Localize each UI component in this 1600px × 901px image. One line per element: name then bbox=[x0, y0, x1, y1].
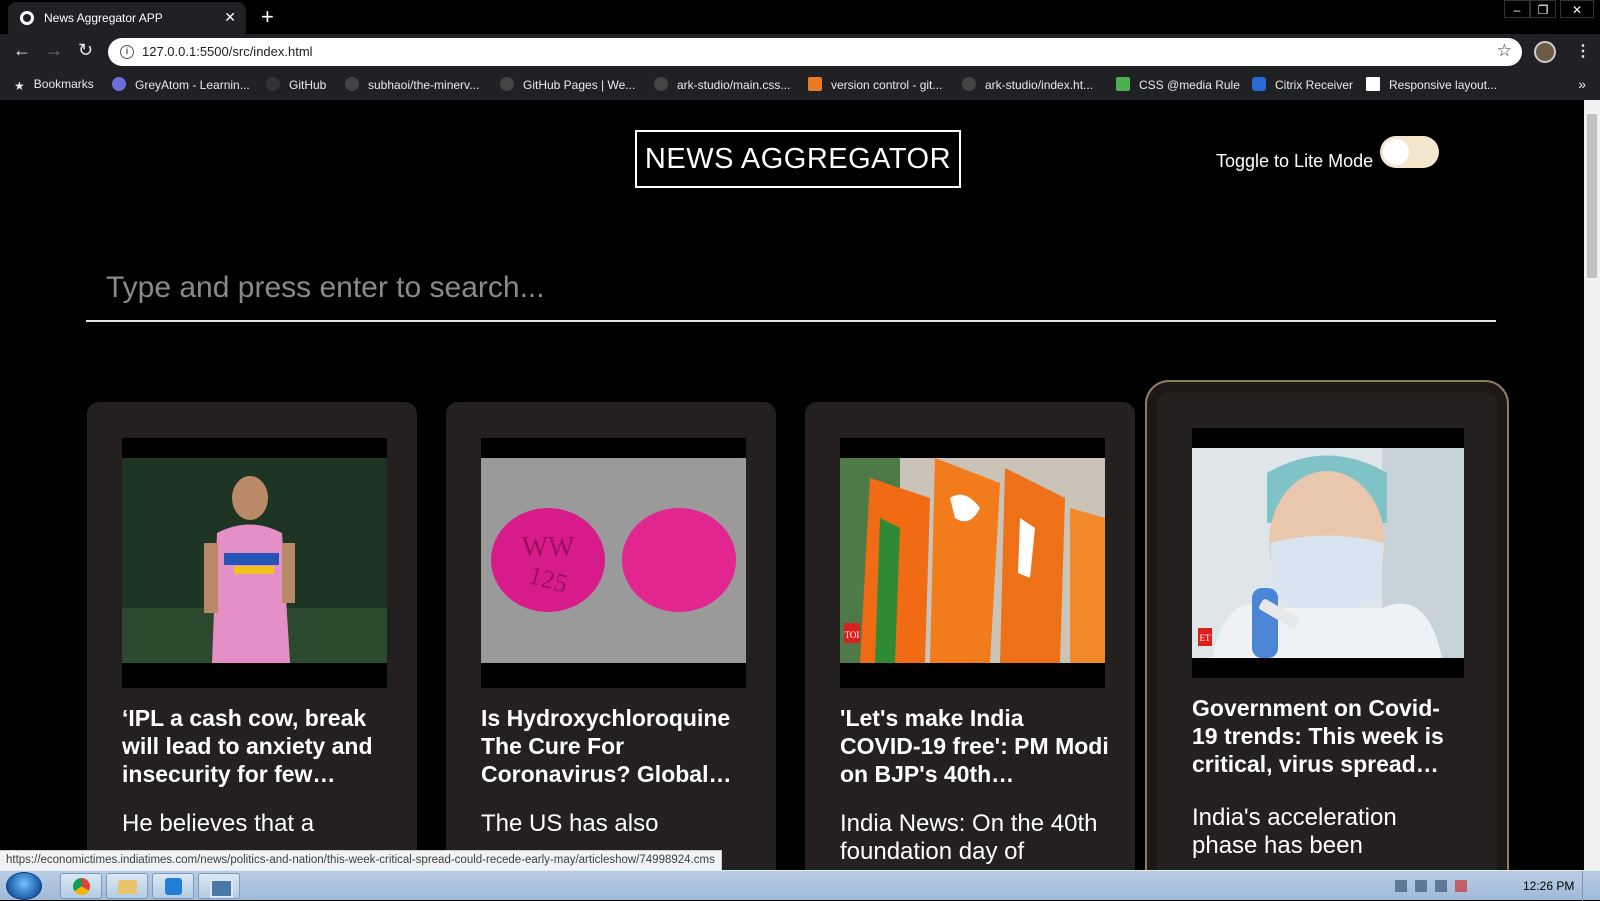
network-icon[interactable] bbox=[1395, 880, 1407, 892]
news-image[interactable]: ET bbox=[1192, 428, 1464, 678]
file-explorer-taskbar-icon[interactable] bbox=[106, 873, 148, 899]
chrome-taskbar-icon[interactable] bbox=[60, 873, 102, 899]
url-text[interactable]: 127.0.0.1:5500/src/index.html bbox=[142, 44, 313, 59]
news-title[interactable]: Government on Covid-19 trends: This week… bbox=[1192, 694, 1464, 778]
restore-window-icon[interactable]: ❐ bbox=[1530, 0, 1556, 18]
github-icon bbox=[962, 77, 976, 91]
lab-worker-mask-photo: ET bbox=[1192, 448, 1464, 658]
page-content: NEWS AGGREGATOR Toggle to Lite Mode ‘IPL… bbox=[0, 100, 1584, 870]
bookmark-item[interactable]: ★ Bookmarks bbox=[14, 77, 94, 93]
tab-title: News Aggregator APP bbox=[44, 11, 163, 25]
scrollbar-thumb[interactable] bbox=[1587, 114, 1597, 278]
device-icon[interactable] bbox=[1415, 880, 1427, 892]
browser-toolbar: ← → ↻ i 127.0.0.1:5500/src/index.html ☆ … bbox=[0, 34, 1600, 70]
news-title[interactable]: Is Hydroxychloroquine The Cure For Coron… bbox=[481, 704, 751, 788]
browser-titlebar: News Aggregator APP ✕ + – ❐ ✕ bbox=[0, 0, 1600, 34]
news-card[interactable]: ‘IPL a cash cow, break will lead to anxi… bbox=[87, 402, 417, 870]
github-icon bbox=[654, 77, 668, 91]
bookmarks-bar: ★ Bookmarks GreyAtom - Learnin... GitHub … bbox=[0, 70, 1600, 100]
search-input[interactable] bbox=[86, 252, 1496, 322]
page-scrollbar[interactable] bbox=[1584, 100, 1600, 870]
news-title[interactable]: ‘IPL a cash cow, break will lead to anxi… bbox=[122, 704, 392, 788]
star-icon: ★ bbox=[14, 79, 25, 93]
bookmark-item[interactable]: version control - git... bbox=[808, 77, 942, 92]
bookmark-item[interactable]: ark-studio/index.ht... bbox=[962, 77, 1093, 92]
bookmark-item[interactable]: Citrix Receiver bbox=[1252, 77, 1353, 92]
system-tray[interactable] bbox=[1395, 879, 1505, 893]
more-bookmarks-icon[interactable]: » bbox=[1578, 76, 1586, 92]
page-title: NEWS AGGREGATOR bbox=[635, 130, 961, 188]
page-icon bbox=[1366, 77, 1380, 91]
reload-icon[interactable]: ↻ bbox=[78, 40, 93, 61]
back-arrow-icon[interactable]: ← bbox=[13, 40, 31, 61]
svg-text:ET: ET bbox=[1200, 633, 1211, 643]
bjp-flags-photo: TOI bbox=[840, 458, 1105, 663]
lite-mode-toggle[interactable] bbox=[1380, 136, 1439, 168]
svg-text:TOI: TOI bbox=[845, 630, 860, 640]
bookmark-item[interactable]: CSS @media Rule bbox=[1116, 77, 1240, 92]
taskbar-clock[interactable]: 12:26 PM bbox=[1523, 879, 1574, 893]
stackoverflow-icon bbox=[808, 77, 822, 91]
profile-avatar[interactable] bbox=[1534, 41, 1556, 63]
github-icon bbox=[266, 77, 280, 91]
new-tab-icon[interactable]: + bbox=[261, 4, 274, 30]
address-bar[interactable]: i 127.0.0.1:5500/src/index.html ☆ bbox=[108, 38, 1522, 66]
close-window-icon[interactable]: ✕ bbox=[1560, 0, 1594, 18]
news-description: India News: On the 40th foundation day o… bbox=[840, 810, 1098, 865]
bookmark-star-icon[interactable]: ☆ bbox=[1497, 41, 1512, 61]
bookmark-item[interactable]: Responsive layout... bbox=[1366, 77, 1497, 92]
browser-tab[interactable]: News Aggregator APP ✕ bbox=[8, 2, 246, 34]
toggle-label: Toggle to Lite Mode bbox=[1216, 151, 1374, 171]
volume-icon[interactable] bbox=[1435, 880, 1447, 892]
news-card[interactable]: TOI 'Let's make India COVID-19 free': PM… bbox=[805, 402, 1135, 870]
window-taskbar-icon[interactable] bbox=[198, 873, 240, 899]
news-title[interactable]: 'Let's make India COVID-19 free': PM Mod… bbox=[840, 704, 1110, 788]
bookmark-item[interactable]: GitHub bbox=[266, 77, 326, 92]
minimize-window-icon[interactable]: – bbox=[1504, 0, 1530, 18]
github-icon bbox=[345, 77, 359, 91]
svg-text:WW: WW bbox=[522, 532, 575, 563]
news-image[interactable] bbox=[122, 438, 387, 688]
news-card[interactable]: WW 125 Is Hydroxychloroquine The Cure Fo… bbox=[446, 402, 776, 870]
w3schools-icon bbox=[1116, 77, 1130, 91]
pink-pills-photo: WW 125 bbox=[481, 458, 746, 663]
bookmark-item[interactable]: GreyAtom - Learnin... bbox=[112, 77, 250, 92]
show-desktop-button[interactable] bbox=[1582, 871, 1600, 901]
github-icon bbox=[500, 77, 514, 91]
os-taskbar: 12:26 PM bbox=[0, 870, 1600, 901]
news-description: He believes that a bbox=[122, 810, 315, 837]
start-button[interactable] bbox=[6, 872, 42, 900]
news-card-highlighted[interactable]: ET Government on Covid-19 trends: This w… bbox=[1145, 380, 1509, 870]
news-description: India's acceleration phase has been bbox=[1192, 804, 1397, 859]
citrix-icon bbox=[1252, 77, 1266, 91]
forward-arrow-icon[interactable]: → bbox=[45, 40, 63, 61]
news-image[interactable]: WW 125 bbox=[481, 438, 746, 688]
news-image[interactable]: TOI bbox=[840, 438, 1105, 688]
close-tab-icon[interactable]: ✕ bbox=[224, 9, 236, 26]
bookmark-item[interactable]: subhaoi/the-minerv... bbox=[345, 77, 479, 92]
more-menu-icon[interactable]: ⋮ bbox=[1575, 41, 1591, 61]
toggle-knob[interactable] bbox=[1383, 139, 1409, 165]
bookmark-item[interactable]: ark-studio/main.css... bbox=[654, 77, 790, 92]
cricket-coach-photo bbox=[122, 458, 387, 663]
alert-icon[interactable] bbox=[1455, 880, 1467, 892]
vscode-taskbar-icon[interactable] bbox=[152, 873, 194, 899]
info-icon[interactable]: i bbox=[120, 45, 134, 59]
news-description: The US has also bbox=[481, 810, 659, 837]
globe-icon bbox=[20, 11, 34, 25]
bookmark-item[interactable]: GitHub Pages | We... bbox=[500, 77, 635, 92]
greyatom-icon bbox=[112, 77, 126, 91]
link-status-bar: https://economictimes.indiatimes.com/new… bbox=[0, 850, 722, 870]
